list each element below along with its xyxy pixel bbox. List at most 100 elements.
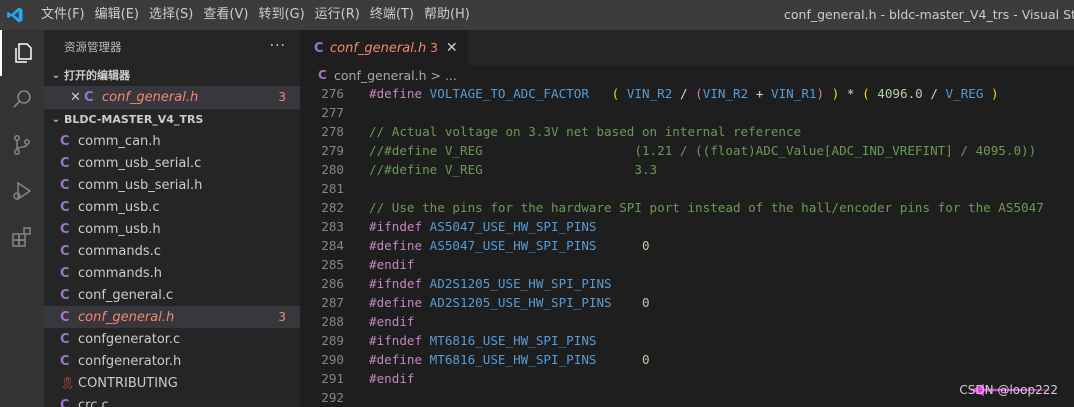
- tab-conf-general-h[interactable]: C conf_general.h 3 ✕: [300, 30, 468, 65]
- file-name: comm_usb_serial.c: [78, 155, 202, 171]
- c-file-icon: C: [60, 353, 70, 369]
- extensions-icon[interactable]: [0, 214, 44, 260]
- code-line: 288 #endif: [300, 312, 1074, 331]
- c-file-icon: C: [60, 265, 70, 281]
- problem-count-badge: 3: [278, 90, 286, 104]
- file-name: comm_usb_serial.h: [78, 177, 203, 193]
- file-name: comm_can.h: [78, 133, 161, 149]
- menu-edit[interactable]: 编辑(E): [90, 0, 144, 30]
- c-file-icon: C: [60, 309, 70, 325]
- run-debug-icon[interactable]: [0, 168, 44, 214]
- menu-run[interactable]: 运行(R): [310, 0, 365, 30]
- line-number: 287: [321, 295, 344, 310]
- file-item[interactable]: C confgenerator.h: [44, 350, 300, 372]
- problem-count-badge: 3: [430, 41, 438, 55]
- menu-terminal[interactable]: 终端(T): [365, 0, 419, 30]
- file-name: conf_general.h: [78, 309, 175, 325]
- code-line: 278 // Actual voltage on 3.3V net based o…: [300, 122, 1074, 141]
- file-item[interactable]: C crc.c: [44, 394, 300, 407]
- code-view[interactable]: 276 #define VOLTAGE_TO_ADC_FACTOR ( VIN_R…: [300, 84, 1074, 407]
- code-text: // Use the pins for the hardware SPI por…: [369, 200, 1044, 215]
- open-editor-item[interactable]: ✕ C conf_general.h 3: [44, 86, 300, 108]
- code-text: #ifndef AS5047_USE_HW_SPI_PINS: [369, 219, 597, 234]
- c-file-icon: C: [84, 89, 94, 105]
- c-file-icon: C: [60, 133, 70, 149]
- more-actions-icon[interactable]: ···: [270, 38, 286, 54]
- code-line: 281: [300, 179, 1074, 198]
- line-number: 291: [321, 371, 344, 386]
- menu-go[interactable]: 转到(G): [253, 0, 309, 30]
- code-line: 292: [300, 388, 1074, 407]
- open-editor-name: conf_general.h: [102, 89, 199, 105]
- file-item[interactable]: C conf_general.c: [44, 284, 300, 306]
- activity-bar: [0, 30, 44, 407]
- c-file-icon: C: [60, 177, 70, 193]
- file-item[interactable]: C commands.c: [44, 240, 300, 262]
- code-line: 279 //#define V_REG (1.21 / ((float)ADC_V…: [300, 141, 1074, 160]
- c-file-icon: C: [60, 287, 70, 303]
- open-editors-title: 打开的编辑器: [64, 69, 130, 82]
- title-bar: 文件(F) 编辑(E) 选择(S) 查看(V) 转到(G) 运行(R) 终端(T…: [0, 0, 1074, 30]
- menu-file[interactable]: 文件(F): [36, 0, 90, 30]
- file-item[interactable]: C comm_usb.c: [44, 196, 300, 218]
- close-icon[interactable]: ✕: [446, 40, 458, 56]
- code-line: 277: [300, 103, 1074, 122]
- c-file-icon: C: [318, 68, 327, 82]
- file-name: CONTRIBUTING: [78, 375, 178, 391]
- c-file-icon: C: [314, 40, 324, 56]
- menu-view[interactable]: 查看(V): [198, 0, 253, 30]
- file-item[interactable]: C commands.h: [44, 262, 300, 284]
- c-file-icon: C: [60, 199, 70, 215]
- file-item[interactable]: C comm_usb.h: [44, 218, 300, 240]
- code-text: #define VOLTAGE_TO_ADC_FACTOR ( VIN_R2 /…: [369, 86, 999, 101]
- code-line: 283 #ifndef AS5047_USE_HW_SPI_PINS: [300, 217, 1074, 236]
- source-control-icon[interactable]: [0, 122, 44, 168]
- tab-label: conf_general.h: [330, 40, 427, 56]
- problem-count-badge: 3: [278, 310, 286, 324]
- c-file-icon: C: [60, 155, 70, 171]
- window-title: conf_general.h - bldc-master_V4_trs - Vi…: [784, 7, 1074, 22]
- line-number: 285: [321, 257, 344, 272]
- file-item[interactable]: C comm_usb_serial.h: [44, 174, 300, 196]
- code-line: 284 #define AS5047_USE_HW_SPI_PINS 0: [300, 236, 1074, 255]
- line-number: 278: [321, 124, 344, 139]
- code-text: //#define V_REG 3.3: [369, 162, 658, 177]
- file-item[interactable]: C confgenerator.c: [44, 328, 300, 350]
- file-name: commands.c: [78, 243, 161, 259]
- code-text: #define AS5047_USE_HW_SPI_PINS 0: [369, 238, 650, 253]
- file-item[interactable]: C comm_can.h: [44, 130, 300, 152]
- code-line: 286 #ifndef AD2S1205_USE_HW_SPI_PINS: [300, 274, 1074, 293]
- code-line: 276 #define VOLTAGE_TO_ADC_FACTOR ( VIN_R…: [300, 84, 1074, 103]
- line-number: 281: [321, 181, 344, 196]
- c-file-icon: C: [60, 221, 70, 237]
- code-text: #define AD2S1205_USE_HW_SPI_PINS 0: [369, 295, 650, 310]
- menu-help[interactable]: 帮助(H): [419, 0, 475, 30]
- project-section[interactable]: ⌄ BLDC-MASTER_V4_TRS: [44, 108, 300, 130]
- code-line: 290 #define MT6816_USE_HW_SPI_PINS 0: [300, 350, 1074, 369]
- project-title: BLDC-MASTER_V4_TRS: [64, 113, 204, 126]
- line-number: 277: [321, 105, 344, 120]
- c-file-icon: C: [60, 331, 70, 347]
- line-number: 280: [321, 162, 344, 177]
- explorer-icon[interactable]: [0, 30, 44, 76]
- breadcrumb-separator[interactable]: > ...: [431, 68, 457, 83]
- line-number: 279: [321, 143, 344, 158]
- explorer-header: 资源管理器 ···: [44, 30, 300, 64]
- line-number: 283: [321, 219, 344, 234]
- file-item[interactable]: C comm_usb_serial.c: [44, 152, 300, 174]
- search-icon[interactable]: [0, 76, 44, 122]
- code-text: #endif: [369, 314, 415, 329]
- c-file-icon: C: [60, 397, 70, 407]
- open-editors-section[interactable]: ⌄ 打开的编辑器: [44, 64, 300, 86]
- breadcrumb-file[interactable]: conf_general.h: [334, 68, 427, 83]
- ribbon-icon: 🎗: [60, 376, 76, 390]
- line-number: 282: [321, 200, 344, 215]
- code-text: #ifndef AD2S1205_USE_HW_SPI_PINS: [369, 276, 612, 291]
- code-line: 291 #endif: [300, 369, 1074, 388]
- file-item-selected[interactable]: C conf_general.h 3: [44, 306, 300, 328]
- code-line: 280 //#define V_REG 3.3: [300, 160, 1074, 179]
- code-text: #define MT6816_USE_HW_SPI_PINS 0: [369, 352, 650, 367]
- file-item[interactable]: 🎗 CONTRIBUTING: [44, 372, 300, 394]
- menu-selection[interactable]: 选择(S): [144, 0, 198, 30]
- close-icon[interactable]: ✕: [70, 90, 84, 105]
